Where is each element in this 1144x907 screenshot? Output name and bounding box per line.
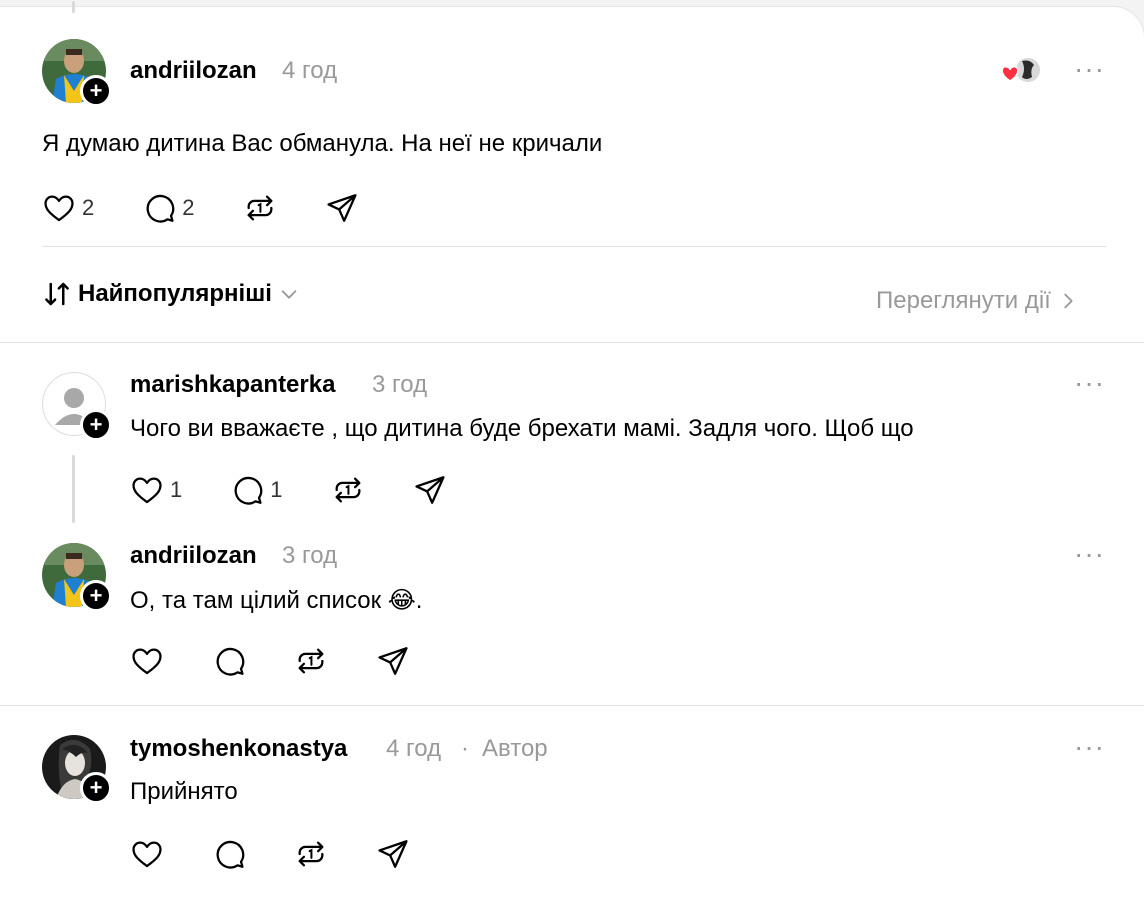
comment-icon	[146, 194, 175, 223]
send-icon	[414, 476, 445, 504]
reply-button[interactable]: 2	[142, 191, 195, 225]
reply-time[interactable]: 3 год	[282, 542, 337, 570]
post-username[interactable]: andriilozan	[130, 57, 257, 85]
sort-label: Найпопулярніші	[78, 280, 272, 307]
heart-icon	[132, 477, 162, 504]
heart-icon	[132, 648, 162, 675]
like-count: 1	[170, 477, 183, 502]
comment-icon	[216, 840, 245, 869]
thread-connector	[72, 1, 75, 13]
repost-button[interactable]	[294, 644, 328, 678]
reply-username[interactable]: marishkapanterka	[130, 371, 335, 399]
comment-icon	[216, 647, 245, 676]
author-badge: Автор	[482, 735, 548, 762]
send-icon	[378, 647, 408, 675]
reply-time[interactable]: 4 год	[386, 735, 441, 763]
comment-icon	[234, 476, 263, 505]
follow-plus-button[interactable]: +	[80, 75, 112, 107]
like-count: 2	[82, 195, 95, 220]
view-activity-link[interactable]: Переглянути дії	[876, 287, 1079, 315]
repost-button[interactable]	[294, 837, 328, 871]
reply-time[interactable]: 3 год	[372, 371, 427, 399]
meta-separator: ·	[461, 735, 469, 762]
reply-button[interactable]: 1	[230, 473, 283, 507]
reply-actions: 1 1	[130, 473, 495, 507]
liked-by-indicator[interactable]	[1000, 56, 1044, 85]
sort-dropdown[interactable]: Найпопулярніші	[42, 279, 300, 309]
reply-text: Чого ви вважаєте , що дитина буде брехат…	[130, 415, 914, 442]
like-button[interactable]	[130, 644, 164, 678]
share-button[interactable]	[325, 191, 359, 225]
follow-plus-button[interactable]: +	[80, 580, 112, 612]
repost-icon	[298, 841, 324, 867]
repost-icon	[335, 477, 360, 503]
post-actions: 2 2	[42, 191, 407, 225]
reply-count: 2	[182, 195, 195, 220]
reply-username[interactable]: andriilozan	[130, 542, 257, 570]
share-button[interactable]	[376, 644, 410, 678]
reply-actions	[130, 644, 458, 678]
repost-icon	[247, 195, 272, 221]
reply-text: О, та там цілий список 😂.	[130, 587, 423, 614]
repost-icon	[298, 648, 324, 674]
reply-text: Прийнято	[130, 778, 238, 805]
thread-connector	[72, 455, 75, 523]
more-options-button[interactable]: ···	[1074, 369, 1105, 397]
chevron-right-icon	[1064, 293, 1073, 309]
send-icon	[378, 840, 408, 868]
heart-icon	[132, 841, 162, 868]
post-text: Я думаю дитина Вас обманула. На неї не к…	[42, 130, 603, 157]
like-button[interactable]: 1	[130, 473, 182, 507]
thread-card: + andriilozan 4 год ··· Я думаю дитина В…	[0, 1, 1144, 907]
chevron-down-icon	[281, 290, 297, 299]
post-time[interactable]: 4 год	[282, 57, 337, 85]
divider	[42, 246, 1106, 247]
like-button[interactable]	[130, 837, 164, 871]
sort-arrows-icon	[45, 282, 69, 306]
follow-plus-button[interactable]: +	[80, 409, 112, 441]
follow-plus-button[interactable]: +	[80, 772, 112, 804]
share-button[interactable]	[376, 837, 410, 871]
more-options-button[interactable]: ···	[1074, 55, 1105, 83]
send-icon	[326, 194, 357, 222]
section-divider	[0, 342, 1144, 343]
reply-username[interactable]: tymoshenkonastya	[130, 735, 347, 763]
view-activity-label: Переглянути дії	[876, 287, 1051, 314]
heart-icon	[44, 195, 74, 222]
reply-button[interactable]	[212, 644, 246, 678]
share-button[interactable]	[413, 473, 447, 507]
more-options-button[interactable]: ···	[1074, 540, 1105, 568]
more-options-button[interactable]: ···	[1074, 733, 1105, 761]
repost-button[interactable]	[331, 473, 365, 507]
reply-button[interactable]	[212, 837, 246, 871]
like-button[interactable]: 2	[42, 191, 94, 225]
repost-button[interactable]	[243, 191, 277, 225]
reply-count: 1	[270, 477, 283, 502]
reply-actions	[130, 837, 458, 871]
section-divider	[0, 705, 1144, 706]
liked-by-avatar-icon	[1001, 56, 1042, 84]
